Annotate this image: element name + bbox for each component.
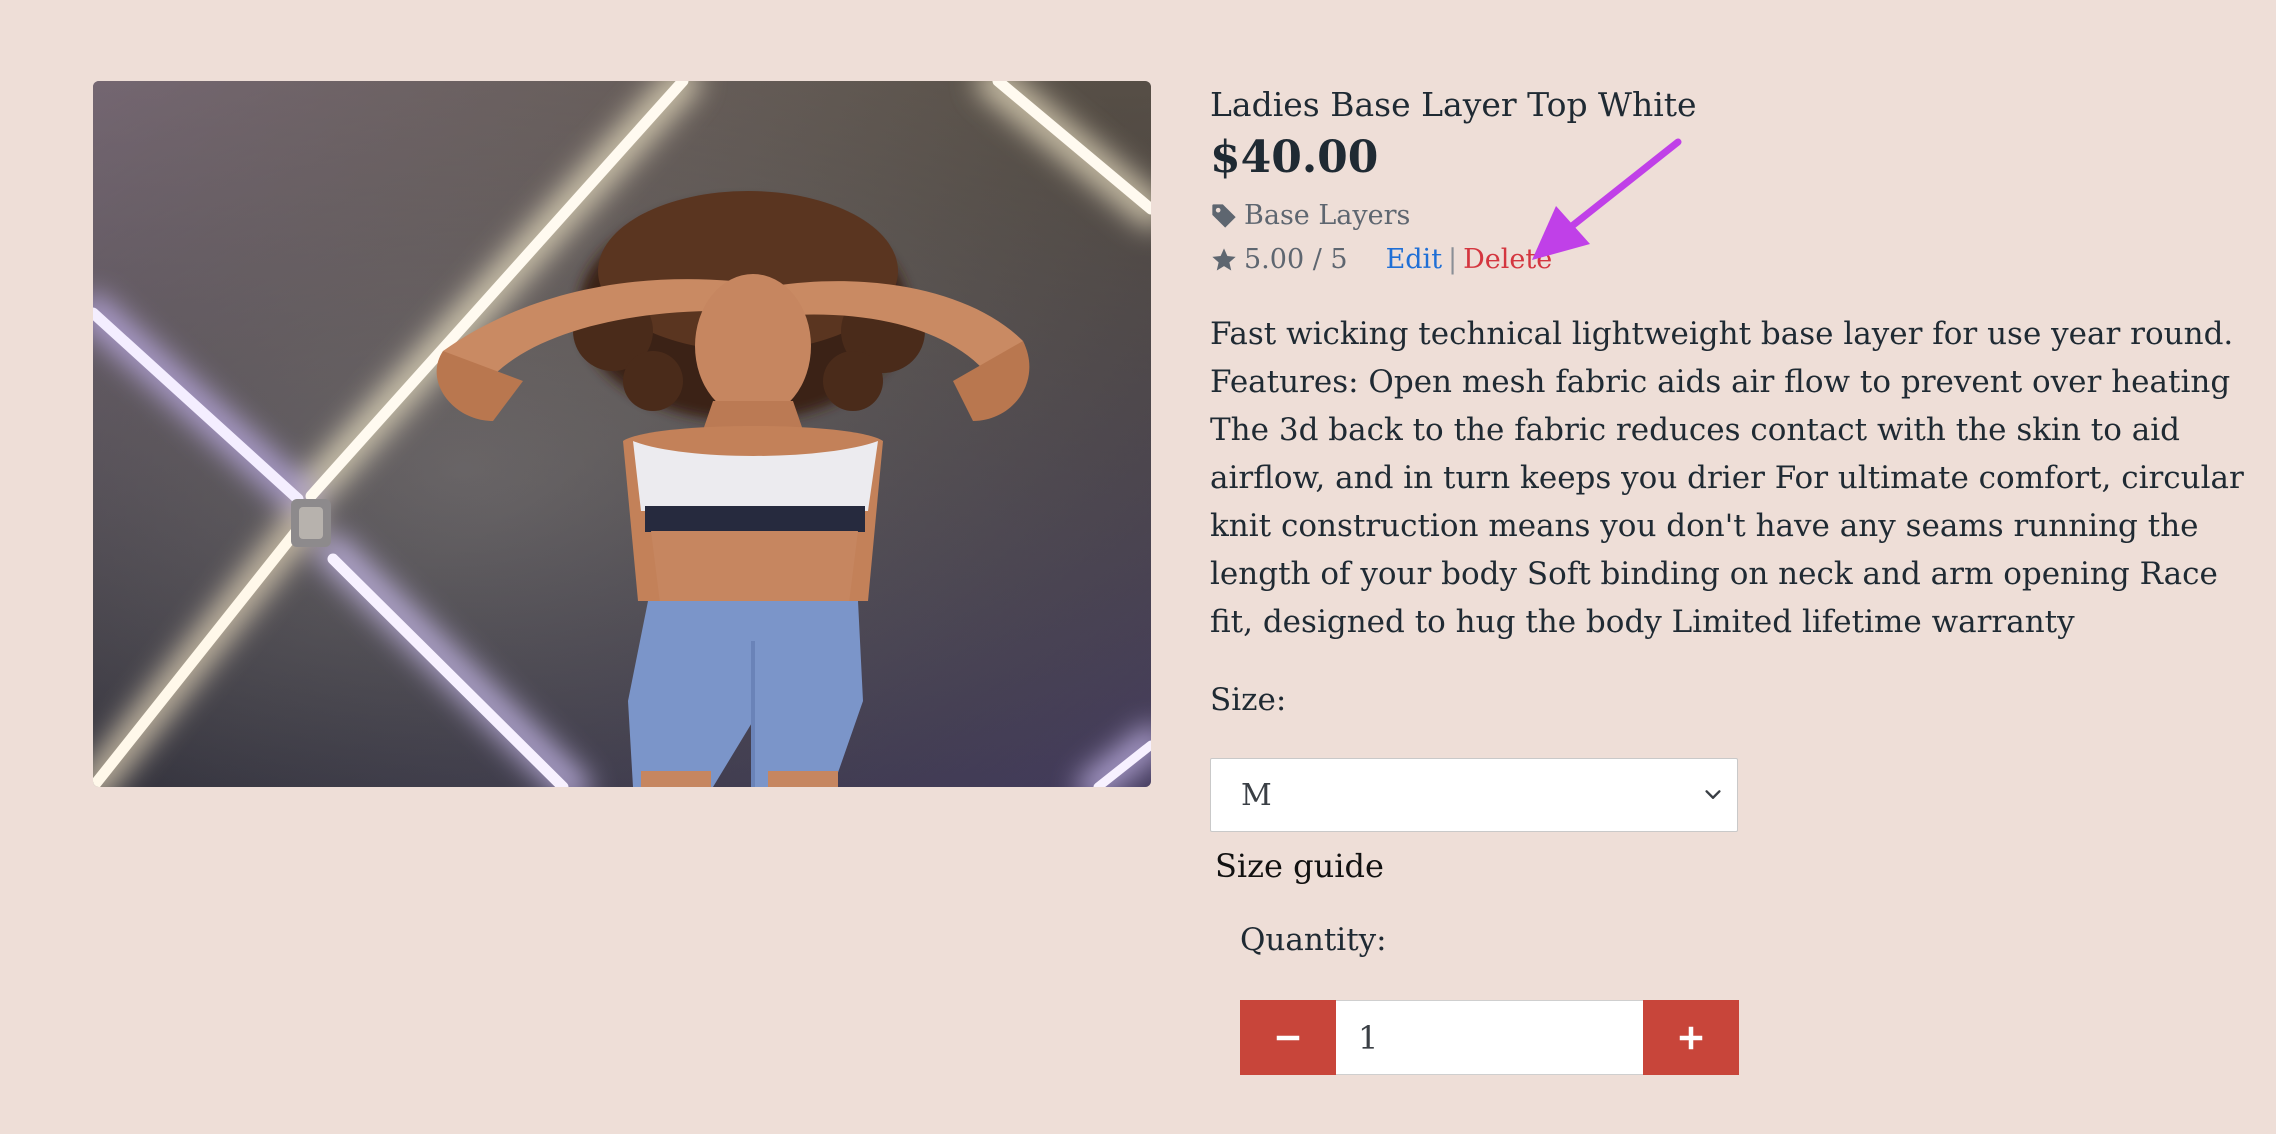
product-details: Ladies Base Layer Top White $40.00 Base … [1210,82,2260,1075]
category-label[interactable]: Base Layers [1244,194,1410,238]
product-rating: 5.00 / 5 Edit | Delete [1210,238,2260,282]
size-select-wrapper: M [1210,758,1738,832]
product-description: Fast wicking technical lightweight base … [1210,316,2244,640]
minus-icon [1276,1035,1300,1040]
annotation-arrow-icon [1532,138,1682,260]
size-select[interactable]: M [1210,758,1738,832]
size-guide-link[interactable]: Size guide [1215,844,1384,888]
edit-product-link[interactable]: Edit [1386,238,1442,282]
admin-separator: | [1448,244,1458,275]
rating-value: 5.00 / 5 [1244,244,1348,275]
product-image [93,81,1151,787]
quantity-label: Quantity: [1240,922,1387,958]
product-title: Ladies Base Layer Top White [1210,85,1697,124]
plus-icon [1679,1026,1703,1049]
product-price: $40.00 [1210,132,1379,183]
star-icon [1210,246,1238,274]
product-category: Base Layers [1210,194,2260,238]
quantity-increment-button[interactable] [1643,1000,1739,1075]
quantity-stepper [1240,1000,2260,1075]
quantity-decrement-button[interactable] [1240,1000,1336,1075]
size-label: Size: [1210,682,1287,718]
quantity-input[interactable] [1336,1000,1643,1075]
tag-icon [1210,202,1238,230]
